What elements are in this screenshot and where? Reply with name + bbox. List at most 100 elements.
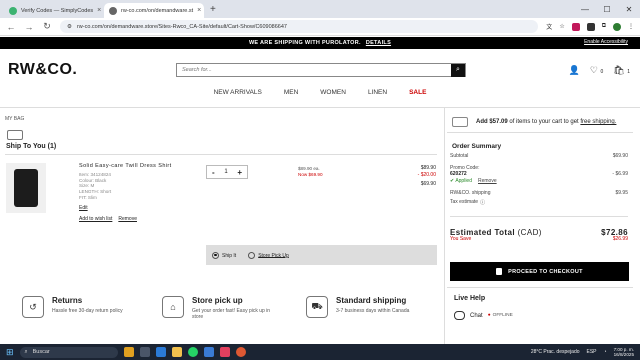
clock[interactable]: 7:00 p. m. 16/8/2025 <box>614 347 634 358</box>
remove-promo-link[interactable]: Remove <box>478 178 497 184</box>
chat-status: OFFLINE <box>488 313 513 318</box>
divider <box>5 154 437 155</box>
search-button[interactable]: ⌕ <box>451 63 465 77</box>
forward-icon[interactable]: → <box>24 22 34 32</box>
quantity-value[interactable]: 1 <box>224 169 227 175</box>
windows-start-icon[interactable]: ⊞ <box>6 347 14 358</box>
back-icon[interactable]: ← <box>6 22 16 32</box>
product-image[interactable] <box>6 163 46 213</box>
nav-linen[interactable]: LINEN <box>368 89 387 96</box>
ship-it-option[interactable]: Ship It <box>212 251 236 259</box>
url-field[interactable]: ⚙ rw-co.com/on/demandware.store/Sites-Rw… <box>60 20 539 33</box>
divider <box>447 287 633 288</box>
service-sub: Hassle free 30-day return policy <box>52 308 123 314</box>
task-view-icon[interactable] <box>139 347 150 357</box>
chrome-icon[interactable] <box>235 347 246 357</box>
delivery-options: Ship It Store Pick Up <box>206 245 437 265</box>
store-pickup-option[interactable]: Store Pick Up <box>248 251 289 259</box>
browser-tab-bar: Verify Codes — SimplyCodes × rw-co.com/o… <box>0 0 640 18</box>
tax-row: Tax estimate ⓘ <box>450 199 486 206</box>
new-tab-button[interactable]: + <box>210 4 216 15</box>
divider <box>0 107 640 108</box>
extension-icon[interactable] <box>586 22 595 31</box>
applied-check-icon: ✔ Applied <box>450 178 472 184</box>
site-logo[interactable]: RW&CO. <box>8 61 77 79</box>
package-icon <box>7 130 23 140</box>
weather-status[interactable]: 28°C Prac. despejado <box>531 349 580 355</box>
maximize-icon[interactable]: ☐ <box>596 0 618 18</box>
account-icon[interactable]: 👤 <box>569 65 580 76</box>
divider <box>444 107 445 345</box>
ship-to-heading: Ship To You (1) <box>6 143 57 150</box>
chat-button[interactable]: Chat OFFLINE <box>454 311 513 320</box>
free-shipping-promo: Add $57.09 of items to your cart to get … <box>452 117 616 127</box>
proceed-to-checkout-button[interactable]: PROCEED TO CHECKOUT <box>450 262 629 281</box>
simplycodes-favicon-icon <box>9 6 17 15</box>
close-tab-icon[interactable]: × <box>197 7 201 14</box>
tab-title: rw-co.com/on/demandware.st <box>121 7 194 14</box>
extension-icon[interactable] <box>571 22 580 31</box>
category-nav: NEW ARRIVALS MEN WOMEN LINEN SALE <box>0 89 640 96</box>
extensions-puzzle-icon[interactable]: ⧉ <box>602 23 606 30</box>
nav-sale[interactable]: SALE <box>409 89 426 96</box>
cart-icon[interactable]: 🛍 1 <box>613 65 630 76</box>
edge-icon[interactable] <box>155 347 166 357</box>
translate-icon[interactable]: 文 <box>546 22 552 31</box>
service-sub: 3-7 business days within Canada <box>336 308 410 314</box>
browser-tab-simplycodes[interactable]: Verify Codes — SimplyCodes × <box>4 3 104 18</box>
product-name[interactable]: Solid Easy-care Twill Dress Shirt <box>79 163 172 169</box>
remove-item-link[interactable]: Remove <box>118 216 137 222</box>
bookmark-star-icon[interactable]: ☆ <box>559 23 564 30</box>
minimize-icon[interactable]: — <box>574 0 596 18</box>
nav-women[interactable]: WOMEN <box>320 89 346 96</box>
live-help-title: Live Help <box>454 295 486 302</box>
promo-message: Add $57.09 of items to your cart to get … <box>476 119 617 125</box>
file-explorer-icon[interactable] <box>171 347 182 357</box>
close-window-icon[interactable]: ✕ <box>618 0 640 18</box>
line-prices: $89.90 - $20.00 <box>418 165 436 178</box>
chat-bubble-icon <box>454 311 465 320</box>
free-shipping-link[interactable]: free shipping. <box>580 119 616 125</box>
truck-icon <box>452 117 468 127</box>
service-sub: Get your order fast! Easy pick up in sto… <box>192 308 271 320</box>
add-to-wishlist-link[interactable]: Add to wish list <box>79 216 112 222</box>
address-bar-row: ← → ↻ ⚙ rw-co.com/on/demandware.store/Si… <box>0 18 640 36</box>
banner-details-link[interactable]: DETAILS <box>366 40 391 46</box>
promo-code-row: 620272- $6.99 <box>450 171 628 177</box>
service-title: Standard shipping <box>336 296 407 305</box>
taskbar: ⊞ ⌕ Buscar 28°C Prac. despejado ESP ◔ 7:0… <box>0 344 640 360</box>
banner-text: WE ARE SHIPPING WITH PUROLATOR. <box>248 40 361 46</box>
radio-selected-icon <box>212 251 219 259</box>
profile-avatar[interactable] <box>613 22 621 31</box>
return-icon: ↺ <box>22 296 44 318</box>
search-icon: ⌕ <box>456 66 460 73</box>
edit-link[interactable]: Edit <box>79 205 88 211</box>
search-input[interactable] <box>177 67 451 73</box>
wishlist-icon[interactable]: ♡ 0 <box>590 65 603 76</box>
enable-accessibility-link[interactable]: Enable Accessibility <box>584 39 628 45</box>
site-info-icon[interactable]: ⚙ <box>67 24 72 30</box>
close-tab-icon[interactable]: × <box>97 7 101 14</box>
browser-menu-icon[interactable]: ⋮ <box>628 23 634 30</box>
store-icon[interactable] <box>203 347 214 357</box>
widget-icon[interactable] <box>123 347 134 357</box>
service-returns: ↺ Returns Hassle free 30-day return polic… <box>22 296 142 318</box>
you-save-row: You Save $26.99 <box>450 236 628 242</box>
shipping-row: RW&CO. shipping $9.95 <box>450 190 628 196</box>
wifi-icon[interactable]: ◔ <box>604 349 607 355</box>
info-icon[interactable]: ⓘ <box>480 199 485 206</box>
browser-tab-rwco[interactable]: rw-co.com/on/demandware.st × <box>104 3 204 18</box>
nav-new-arrivals[interactable]: NEW ARRIVALS <box>214 89 262 96</box>
app-icon[interactable] <box>219 347 230 357</box>
nav-men[interactable]: MEN <box>284 89 298 96</box>
search-icon: ⌕ <box>24 348 28 355</box>
taskbar-search[interactable]: ⌕ Buscar <box>19 346 118 358</box>
extension-icons: 文 ☆ ⧉ ⋮ <box>546 22 634 31</box>
increase-quantity-button[interactable]: + <box>237 168 242 177</box>
service-title: Store pick up <box>192 296 243 305</box>
decrease-quantity-button[interactable]: - <box>212 168 215 177</box>
language-indicator[interactable]: ESP <box>587 349 597 355</box>
reload-icon[interactable]: ↻ <box>42 21 52 32</box>
whatsapp-icon[interactable] <box>187 347 198 357</box>
order-summary-title: Order Summary <box>452 143 502 150</box>
